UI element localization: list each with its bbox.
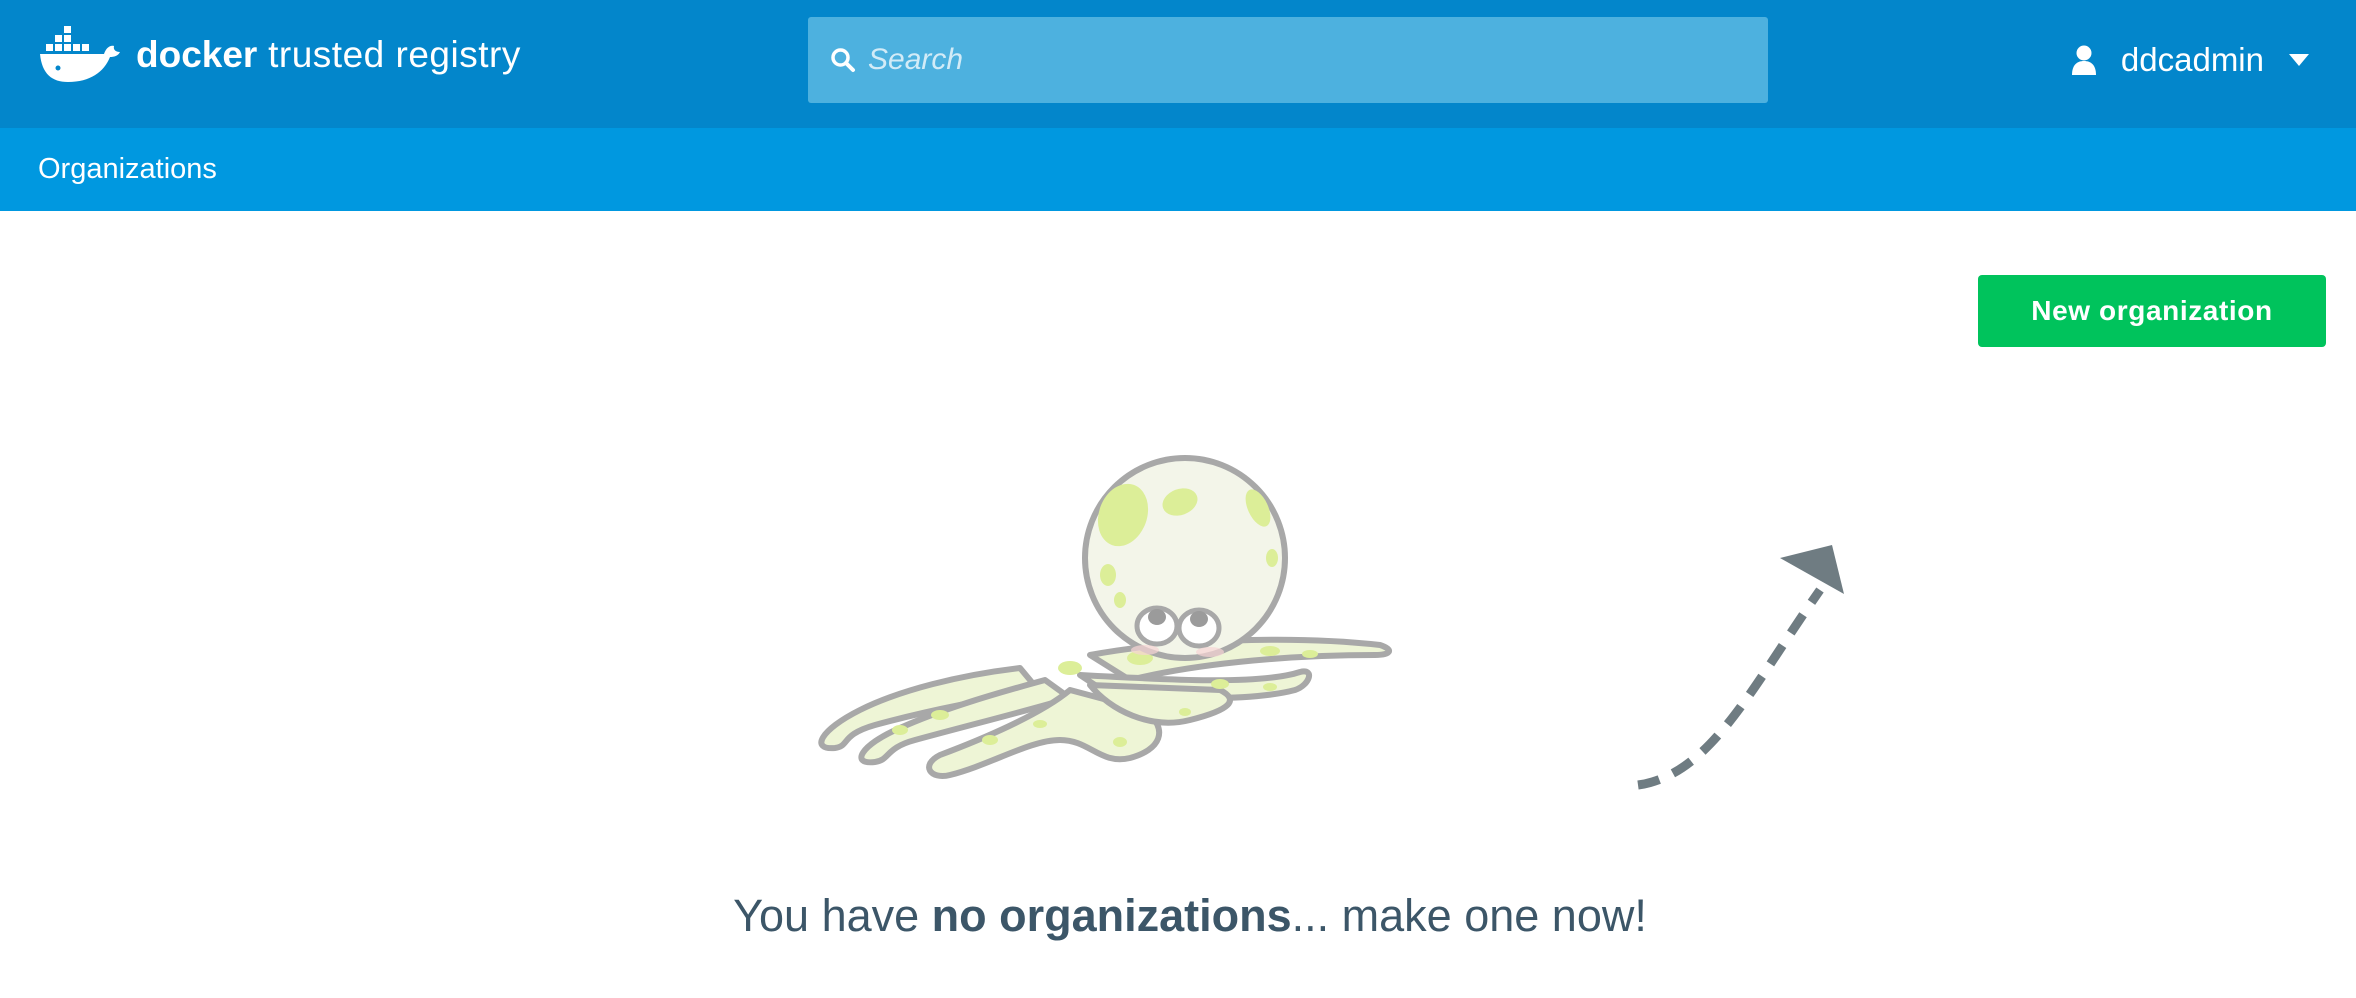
message-emphasis: no organizations	[931, 890, 1292, 941]
new-organization-button[interactable]: New organization	[1978, 275, 2326, 347]
page-title: Organizations	[38, 153, 217, 185]
empty-state-illustration	[818, 455, 1844, 790]
brand-name-light: trusted registry	[268, 34, 521, 75]
brand-name: docker trusted registry	[136, 34, 521, 76]
brand[interactable]: docker trusted registry	[38, 22, 521, 88]
search-box[interactable]	[808, 17, 1768, 103]
user-menu[interactable]: ddcadmin	[2071, 30, 2310, 90]
octopus-illustration-icon	[818, 455, 1392, 779]
docker-whale-logo-icon	[40, 26, 120, 82]
message-prefix: You have	[733, 890, 932, 941]
search-input[interactable]	[868, 30, 1748, 90]
caret-down-icon	[2288, 53, 2310, 67]
user-icon	[2071, 43, 2099, 77]
search-icon	[828, 45, 858, 75]
sub-navigation-bar: Organizations	[0, 128, 2356, 211]
brand-name-bold: docker	[136, 34, 258, 75]
username-label: ddcadmin	[2120, 41, 2264, 78]
dashed-arrow-icon	[1637, 545, 1844, 790]
empty-state-message: You have no organizations... make one no…	[0, 890, 2356, 942]
top-navigation-bar: docker trusted registry ddcadmin	[0, 0, 2356, 128]
message-suffix: ... make one now!	[1291, 890, 1647, 941]
